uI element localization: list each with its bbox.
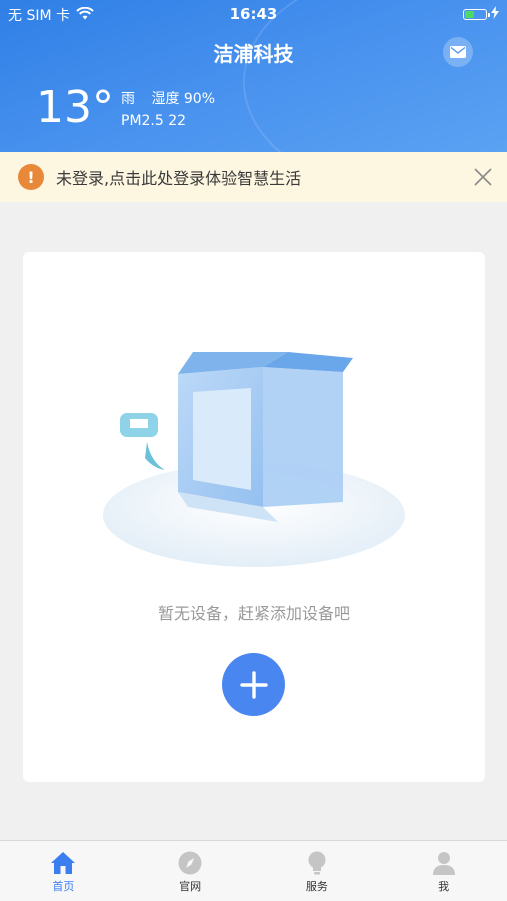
compass-icon bbox=[178, 851, 202, 875]
login-notice[interactable]: ! 未登录,点击此处登录体验智慧生活 bbox=[0, 152, 507, 202]
tab-website[interactable]: 官网 bbox=[127, 841, 254, 901]
battery-icon bbox=[463, 9, 490, 20]
tab-service[interactable]: 服务 bbox=[254, 841, 381, 901]
tab-home[interactable]: 首页 bbox=[0, 841, 127, 901]
weather-condition: 雨 bbox=[121, 91, 135, 107]
close-icon[interactable] bbox=[471, 165, 495, 189]
plus-icon bbox=[239, 670, 268, 699]
add-device-button[interactable] bbox=[222, 653, 285, 716]
device-card: 暂无设备，赶紧添加设备吧 bbox=[23, 252, 485, 782]
tab-service-label: 服务 bbox=[305, 880, 328, 893]
pm25: PM2.5 22 bbox=[121, 113, 187, 129]
humidity: 湿度 90% bbox=[151, 91, 216, 107]
tab-website-label: 官网 bbox=[179, 880, 202, 893]
login-notice-text[interactable]: 未登录,点击此处登录体验智慧生活 bbox=[56, 165, 301, 189]
person-icon bbox=[432, 852, 455, 875]
temperature: 13° bbox=[36, 82, 114, 133]
tab-me[interactable]: 我 bbox=[380, 841, 507, 901]
charging-icon bbox=[491, 6, 499, 23]
envelope-icon bbox=[450, 46, 466, 58]
status-bar: 无 SIM 卡 16:43 bbox=[0, 0, 507, 28]
message-button[interactable] bbox=[443, 37, 473, 67]
weather-info: 雨 湿度 90% PM2.5 22 bbox=[121, 88, 227, 132]
app-title: 洁浦科技 bbox=[213, 42, 294, 66]
tab-bar: 首页 官网 服务 我 bbox=[0, 840, 507, 901]
tab-me-label: 我 bbox=[438, 880, 450, 893]
tab-home-label: 首页 bbox=[52, 880, 75, 893]
empty-state-text: 暂无设备，赶紧添加设备吧 bbox=[157, 604, 350, 623]
empty-box-illustration bbox=[103, 352, 405, 567]
home-icon bbox=[51, 852, 76, 874]
header: 无 SIM 卡 16:43 洁浦科技 13° 雨 湿度 90% PM2.5 22 bbox=[0, 0, 507, 152]
warning-icon: ! bbox=[18, 164, 44, 190]
lightbulb-icon bbox=[308, 851, 326, 875]
status-time: 16:43 bbox=[229, 5, 278, 23]
